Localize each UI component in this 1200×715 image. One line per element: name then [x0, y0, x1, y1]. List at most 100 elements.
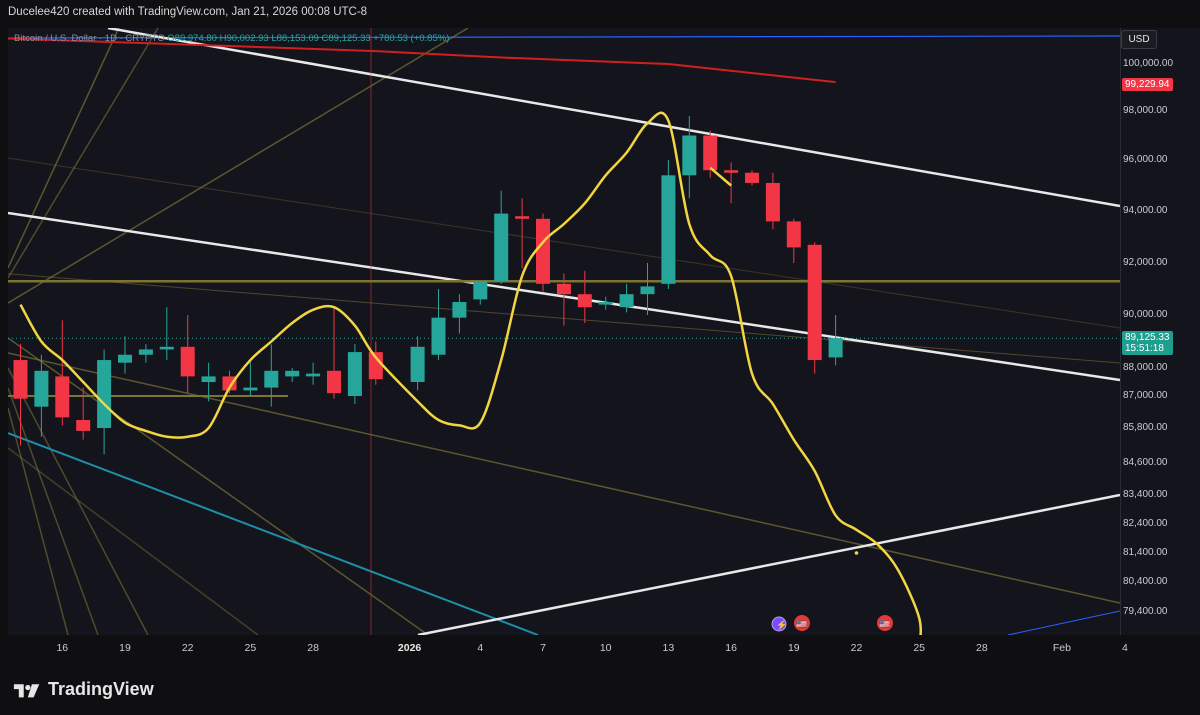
blue-small-line: [1007, 610, 1120, 635]
olive-fan-2: [8, 367, 149, 635]
drawing-lines: [8, 28, 1120, 635]
red-moving-average: [8, 37, 836, 84]
candle[interactable]: [473, 281, 488, 305]
candle[interactable]: [828, 315, 843, 366]
candle-body: [556, 283, 571, 295]
yellow-indicator-line: [19, 111, 922, 635]
chart-canvas: ⚡ 🇺🇸 🇺🇸: [8, 28, 1120, 635]
candle[interactable]: [34, 354, 49, 437]
candle-body: [807, 244, 822, 361]
candle[interactable]: [410, 336, 425, 391]
price-tick-label: 98,000.00: [1123, 105, 1168, 116]
us-flag-icon: 🇺🇸: [796, 619, 807, 629]
time-tick-label: 22: [181, 642, 194, 654]
candle[interactable]: [515, 198, 530, 269]
ohlc-open: O89,974.80: [167, 33, 217, 44]
tradingview-logo[interactable]: TradingView: [12, 679, 154, 700]
candle-body: [598, 302, 613, 305]
candle[interactable]: [494, 190, 509, 284]
candle[interactable]: [807, 242, 822, 374]
event-markers: ⚡ 🇺🇸 🇺🇸: [771, 615, 893, 632]
ma-price-label: 99,229.94: [1122, 78, 1173, 91]
candle-body: [13, 360, 28, 399]
price-tick-label: 90,000.00: [1123, 309, 1168, 320]
watermark-header: Ducelee420 created with TradingView.com,…: [8, 6, 368, 18]
symbol-name: Bitcoin / U.S. Dollar · 1D · CRYPTO: [14, 33, 165, 44]
candle[interactable]: [118, 336, 132, 374]
candle[interactable]: [347, 344, 362, 404]
candle[interactable]: [431, 289, 446, 361]
price-tick-label: 100,000.00: [1123, 58, 1174, 69]
currency-button[interactable]: USD: [1121, 30, 1157, 49]
candle-body: [306, 373, 321, 377]
candle-body: [327, 370, 341, 394]
time-tick-label: 25: [244, 642, 257, 654]
ohlc-close: C89,125.33: [321, 33, 371, 44]
candle[interactable]: [159, 307, 174, 361]
candle-body: [515, 216, 530, 219]
price-tick-label: 79,400.00: [1123, 606, 1168, 617]
candle-body: [55, 376, 70, 418]
symbol-legend[interactable]: Bitcoin / U.S. Dollar · 1D · CRYPTO O89,…: [14, 33, 449, 44]
candle[interactable]: [661, 160, 676, 289]
candle-body: [431, 317, 446, 355]
tradingview-logo-icon: [13, 683, 40, 697]
candle[interactable]: [786, 218, 801, 263]
candle[interactable]: [97, 349, 112, 455]
price-tick-label: 92,000.00: [1123, 257, 1168, 268]
candle-body: [661, 175, 676, 284]
olive-fan-5: [8, 28, 159, 279]
indicator-curve: [19, 111, 922, 635]
candle[interactable]: [13, 344, 28, 446]
time-tick-label: 7: [540, 642, 546, 654]
candle[interactable]: [285, 368, 300, 382]
time-tick-label: 13: [662, 642, 675, 654]
candle[interactable]: [180, 315, 195, 394]
time-tick-label: 4: [477, 642, 484, 654]
ohlc-high: H90,002.93: [219, 33, 269, 44]
lightning-icon: ⚡: [776, 619, 787, 631]
candle-body: [347, 352, 362, 396]
candle[interactable]: [138, 344, 153, 363]
candle[interactable]: [577, 270, 592, 323]
candle-body: [285, 370, 300, 377]
price-tick-label: 94,000.00: [1123, 205, 1168, 216]
time-tick-label: 4: [1121, 642, 1128, 654]
candle[interactable]: [765, 172, 780, 230]
time-tick-label: 16: [56, 642, 69, 654]
candle[interactable]: [536, 213, 550, 292]
brand-name: TradingView: [48, 679, 154, 699]
white-channel-upper: [107, 28, 1120, 208]
candle-body: [76, 420, 91, 431]
candle-body: [243, 387, 258, 391]
us-flag-icon: 🇺🇸: [879, 619, 890, 629]
candle[interactable]: [598, 296, 613, 310]
candle[interactable]: [264, 344, 279, 407]
price-tick-label: 87,000.00: [1123, 390, 1168, 401]
time-tick-label: 22: [850, 642, 863, 654]
candle-body: [745, 172, 759, 183]
candle-body: [264, 370, 279, 388]
price-tick-label: 83,400.00: [1123, 489, 1168, 500]
ohlc-change: +780.53 (+0.85%): [373, 33, 450, 44]
candle-body: [34, 370, 49, 407]
plot-area[interactable]: ⚡ 🇺🇸 🇺🇸: [8, 28, 1120, 635]
candle-body: [159, 346, 174, 350]
candle[interactable]: [619, 283, 634, 313]
current-price-value: 89,125.33: [1125, 332, 1170, 343]
candle[interactable]: [327, 307, 341, 399]
bar-countdown: 15:51:18: [1125, 343, 1164, 354]
candle-body: [180, 346, 195, 377]
white-channel-lower: [417, 493, 1120, 635]
time-axis[interactable]: 16 19 22 25 28 2026 4 7 10 13 16 19 22 25 28 Feb 4: [8, 637, 1128, 659]
candle-body: [118, 354, 132, 363]
candle[interactable]: [452, 294, 467, 334]
candle[interactable]: [306, 362, 321, 385]
candle-body: [703, 135, 718, 171]
candle-body: [410, 346, 425, 382]
candle-body: [619, 294, 634, 308]
candle-body: [138, 349, 153, 355]
candle[interactable]: [745, 170, 759, 186]
time-tick-label: 28: [307, 642, 319, 654]
candle-body: [494, 213, 509, 282]
